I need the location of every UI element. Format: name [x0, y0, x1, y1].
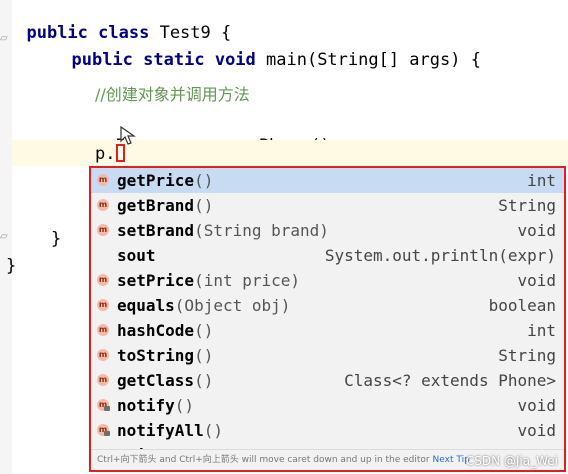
completion-item-toString[interactable]: m toString() String: [91, 343, 564, 368]
next-tip-link[interactable]: Next Tip: [433, 455, 470, 465]
completion-item-notify[interactable]: m notify() void: [91, 393, 564, 418]
completion-item-hashCode[interactable]: m hashCode() int: [91, 318, 564, 343]
watermark: CSDN @Jia_Wei: [465, 454, 558, 468]
method-params: (): [174, 396, 195, 415]
completion-item-name: setBrand(String brand): [117, 218, 329, 243]
completion-item-name: sout: [117, 243, 156, 268]
completion-item-type: System.out.println(expr): [324, 246, 556, 265]
method-name: getClass: [117, 371, 195, 390]
method-icon: m: [97, 299, 109, 311]
method-params: (): [203, 421, 223, 440]
tip-text: Ctrl+向下箭头 and Ctrl+向上箭头 will move caret …: [97, 455, 430, 465]
method-icon: m: [97, 349, 109, 361]
completion-item-setBrand[interactable]: m setBrand(String brand) void: [91, 218, 564, 243]
completion-item-setPrice[interactable]: m setPrice(int price) void: [91, 268, 564, 293]
method-icon: m: [97, 174, 109, 186]
method-icon: m: [97, 199, 109, 211]
completion-item-type: String: [498, 346, 556, 365]
closing-brace-class[interactable]: }: [6, 255, 16, 277]
completion-item-name: notifyAll(): [117, 418, 223, 443]
method-params: (): [194, 346, 214, 365]
method-name: setPrice: [117, 271, 195, 290]
method-icon: m: [97, 224, 109, 236]
completion-item-type: void: [517, 221, 556, 240]
method-icon: m: [97, 274, 109, 286]
closing-brace-method[interactable]: }: [51, 228, 61, 250]
completion-item-type: int: [527, 171, 556, 190]
completion-item-type: int: [527, 321, 556, 340]
code-completion-popup[interactable]: m getPrice() int m getBrand() String m setBrand…: [89, 166, 566, 472]
completion-item-equals[interactable]: m equals(Object obj) boolean: [91, 293, 564, 318]
keyword: static: [143, 50, 205, 70]
method-params: (): [194, 171, 214, 190]
keyword: void: [214, 50, 256, 70]
method-name: toString: [117, 346, 195, 365]
method-params: (): [194, 321, 214, 340]
mouse-pointer-icon: [120, 125, 136, 145]
fold-marker-icon[interactable]: ▱: [0, 232, 8, 242]
method-name: getBrand: [117, 196, 195, 215]
completion-item-type: void: [517, 271, 556, 290]
completion-item-type: Class<? extends Phone>: [344, 371, 556, 390]
completion-item-type: boolean: [488, 296, 556, 315]
method-params: (String brand): [194, 221, 329, 240]
method-name: notify: [117, 396, 175, 415]
completion-item-notifyAll[interactable]: m notifyAll() void: [91, 418, 564, 443]
method-name: equals: [117, 296, 175, 315]
method-params: (int price): [194, 271, 301, 290]
method-name: getPrice: [117, 171, 195, 190]
completion-item-type: void: [517, 396, 556, 415]
completion-item-name: equals(Object obj): [117, 293, 290, 318]
completion-item-type: String: [498, 196, 556, 215]
code-comment[interactable]: //创建对象并调用方法: [95, 84, 250, 106]
completion-item-type: void: [517, 421, 556, 440]
method-name: notifyAll: [117, 421, 204, 440]
method-icon: m: [97, 324, 109, 336]
code-line-member-access[interactable]: p.: [95, 143, 115, 165]
completion-item-getClass[interactable]: m getClass() Class<? extends Phone>: [91, 368, 564, 393]
method-params: (): [194, 371, 214, 390]
method-name: sout: [117, 246, 156, 265]
method-params: (): [194, 196, 214, 215]
method-params: (Object obj): [174, 296, 291, 315]
completion-item-name: setPrice(int price): [117, 268, 300, 293]
completion-item-name: hashCode(): [117, 318, 213, 343]
text-caret: [116, 144, 125, 162]
completion-item-name: getClass(): [117, 368, 213, 393]
completion-item-getPrice[interactable]: m getPrice() int: [91, 168, 564, 193]
method-name: hashCode: [117, 321, 195, 340]
completion-item-name: toString(): [117, 343, 213, 368]
completion-item-name: getBrand(): [117, 193, 213, 218]
method-locked-icon: m: [97, 399, 110, 411]
completion-list[interactable]: m getPrice() int m getBrand() String m setBrand…: [91, 168, 564, 468]
completion-item-sout[interactable]: sout System.out.println(expr): [91, 243, 564, 268]
completion-item-name: getPrice(): [117, 168, 213, 193]
keyword: public: [71, 50, 133, 70]
method-icon: m: [97, 374, 109, 386]
completion-item-getBrand[interactable]: m getBrand() String: [91, 193, 564, 218]
completion-item-name: notify(): [117, 393, 194, 418]
method-name: setBrand: [117, 221, 195, 240]
method-locked-icon: m: [97, 424, 110, 436]
code-text: main(String[] args) {: [255, 50, 481, 70]
code-line-main[interactable]: public static void main(String[] args) {: [51, 27, 481, 71]
